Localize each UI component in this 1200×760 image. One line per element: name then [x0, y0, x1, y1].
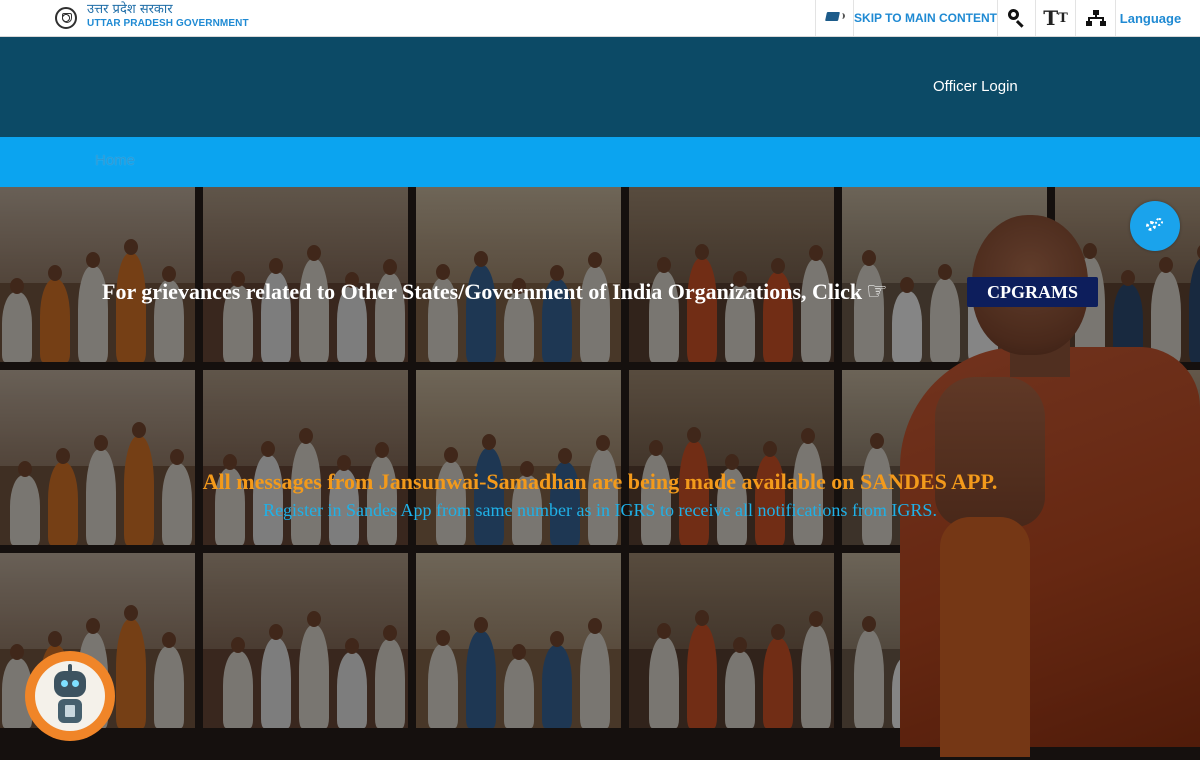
gov-name-hindi: उत्तर प्रदेश सरकार — [87, 2, 173, 17]
sandes-announcement-subtitle: Register in Sandes App from same number … — [263, 500, 937, 520]
hand-pointing-right-icon: ☞ — [866, 279, 888, 305]
search-icon — [1007, 9, 1026, 28]
chatbot-button[interactable] — [25, 651, 115, 741]
hero-banner: For grievances related to Other States/G… — [0, 187, 1200, 760]
main-navigation: Home — [0, 137, 1200, 187]
search-button[interactable] — [997, 0, 1035, 36]
officer-login-link[interactable]: Officer Login — [933, 78, 1018, 95]
robot-icon — [35, 661, 105, 731]
gov-name-english: UTTAR PRADESH GOVERNMENT — [87, 18, 249, 29]
accessibility-settings-button[interactable] — [1130, 201, 1180, 251]
language-selector[interactable]: Language — [1115, 0, 1185, 36]
nav-item-home[interactable]: Home — [95, 152, 135, 169]
sandes-announcement-title: All messages from Jansunwai-Samadhan are… — [202, 469, 998, 494]
screen-reader-button[interactable] — [815, 0, 853, 36]
text-size-button[interactable]: TT — [1035, 0, 1075, 36]
skip-to-main-content-link[interactable]: SKIP TO MAIN CONTENT — [853, 0, 997, 36]
text-size-icon-large: T — [1043, 6, 1059, 30]
grievance-message: For grievances related to Other States/G… — [102, 279, 888, 305]
grievance-text: For grievances related to Other States/G… — [102, 279, 863, 304]
cpgrams-button[interactable]: CPGRAMS — [967, 277, 1098, 307]
top-utility-bar: उत्तर प्रदेश सरकार UTTAR PRADESH GOVERNM… — [0, 0, 1200, 37]
text-size-icon-small: T — [1058, 10, 1068, 26]
screen-reader-icon — [824, 12, 845, 24]
site-header: Officer Login — [0, 37, 1200, 137]
sitemap-button[interactable] — [1075, 0, 1115, 36]
sitemap-icon — [1085, 10, 1106, 26]
gears-icon — [1146, 218, 1164, 234]
emblem-icon — [55, 7, 77, 29]
